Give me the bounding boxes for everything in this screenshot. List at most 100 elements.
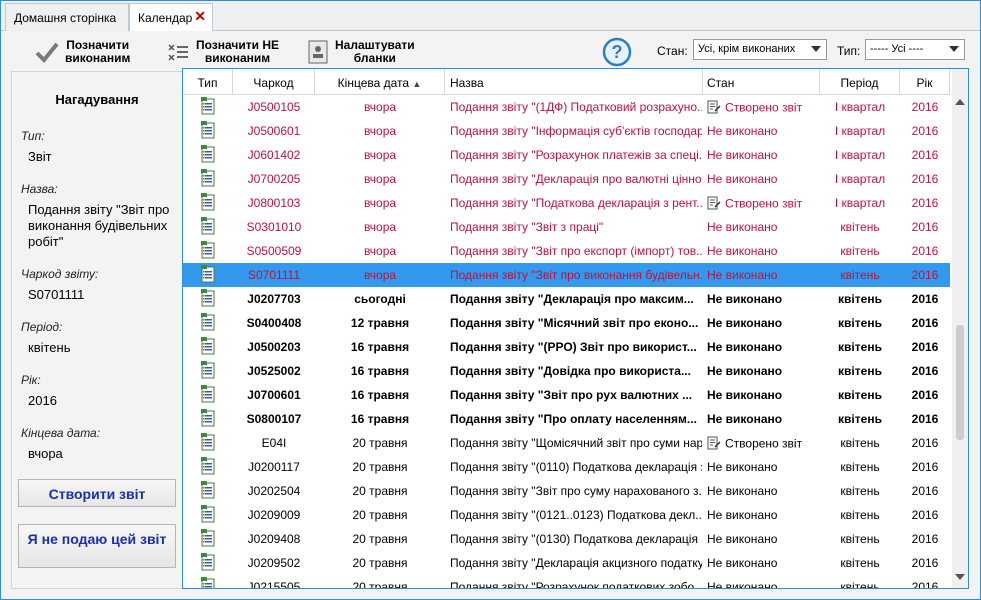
table-row[interactable]: J0700601 16 травня Подання звіту "Звіт про…: [183, 383, 950, 407]
row-type-cell: [183, 503, 233, 527]
row-name-cell-text: Подання звіту "Звіт про рух валютних ...: [450, 388, 693, 402]
column-header-type[interactable]: Тип: [183, 69, 233, 95]
row-due-date-cell-text: 20 травня: [352, 580, 408, 589]
report-document-icon: [200, 361, 216, 382]
row-year-cell: 2016: [900, 287, 950, 311]
row-period-cell-text: квітень: [840, 244, 880, 258]
table-row[interactable]: J0500601 вчора Подання звіту "Інформація с…: [183, 119, 950, 143]
row-due-date-cell: вчора: [315, 119, 445, 143]
table-row[interactable]: J0500203 16 травня Подання звіту "(РРО) Зв…: [183, 335, 950, 359]
row-year-cell: 2016: [900, 215, 950, 239]
row-due-date-cell-text: вчора: [363, 148, 397, 162]
table-row[interactable]: S0400408 12 травня Подання звіту "Місячний…: [183, 311, 950, 335]
type-filter-label: Тип:: [837, 44, 861, 58]
column-header-period[interactable]: Період: [820, 69, 900, 95]
row-period-cell-text: квітень: [840, 508, 880, 522]
row-due-date-cell: вчора: [315, 167, 445, 191]
mark-done-button[interactable]: Позначити виконаним: [35, 37, 130, 67]
table-row[interactable]: J0500105 вчора Подання звіту "(1ДФ) Податк…: [183, 95, 950, 119]
row-name-cell: Подання звіту "(1ДФ) Податковий розрахун…: [450, 95, 702, 119]
row-state-cell-text: Не виконано: [707, 580, 778, 589]
table-row[interactable]: J0202504 20 травня Подання звіту "Звіт про…: [183, 479, 950, 503]
column-header-code[interactable]: Чаркод: [233, 69, 315, 95]
table-row[interactable]: J0800103 вчора Подання звіту "Податкова де…: [183, 191, 950, 215]
scroll-down-icon[interactable]: [955, 574, 965, 580]
row-name-cell-text: Подання звіту "Звіт про виконання будіве…: [450, 268, 702, 282]
row-name-cell: Подання звіту "Декларація про максим...: [450, 287, 702, 311]
row-year-cell: 2016: [900, 431, 950, 455]
tab-calendar[interactable]: Календар ✕: [129, 3, 213, 32]
configure-forms-button[interactable]: Налаштувати бланки: [307, 37, 415, 67]
table-row[interactable]: S0301010 вчора Подання звіту "Звіт з праці…: [183, 215, 950, 239]
table-row[interactable]: J0200117 20 травня Подання звіту "(0110) П…: [183, 455, 950, 479]
chevron-down-icon: [949, 46, 959, 52]
table-row[interactable]: J0209502 20 травня Подання звіту "Декларац…: [183, 551, 950, 575]
row-code-cell-text: J0525002: [247, 364, 301, 378]
row-state-cell-text: Створено звіт: [725, 196, 803, 211]
skip-report-button[interactable]: Я не подаю цей звіт: [18, 524, 176, 568]
row-code-cell-text: S0301010: [246, 220, 302, 234]
table-row[interactable]: J0209408 20 травня Подання звіту "(0130) П…: [183, 527, 950, 551]
period-caption: Період:: [21, 320, 63, 334]
reminders-table: Тип Чаркод Кінцева дата ▲ Назва Стан Пер…: [182, 68, 969, 589]
tab-home[interactable]: Домашня сторінка: [5, 3, 129, 31]
row-year-cell: 2016: [900, 239, 950, 263]
state-filter-value: Усі, крім виконаних: [698, 43, 796, 55]
row-year-cell-text: 2016: [911, 196, 939, 210]
create-report-button[interactable]: Створити звіт: [18, 479, 176, 507]
code-value: S0701111: [28, 287, 85, 302]
row-period-cell: I квартал: [820, 95, 900, 119]
mark-not-done-button[interactable]: Позначити НЕ виконаним: [166, 37, 279, 67]
row-period-cell-text: квітень: [838, 412, 882, 426]
row-type-cell: [183, 455, 233, 479]
report-document-icon: [200, 505, 216, 526]
row-due-date-cell: 20 травня: [315, 527, 445, 551]
row-state-cell: Не виконано: [707, 263, 819, 287]
row-due-date-cell: сьогодні: [315, 287, 445, 311]
table-row[interactable]: J0601402 вчора Подання звіту "Розрахунок п…: [183, 143, 950, 167]
state-filter-select[interactable]: Усі, крім виконаних: [693, 39, 827, 60]
table-row[interactable]: S0701111 вчора Подання звіту "Звіт про вик…: [183, 263, 950, 287]
vertical-scrollbar[interactable]: [952, 69, 968, 588]
column-header-state[interactable]: Стан: [703, 69, 820, 95]
table-row[interactable]: J0525002 16 травня Подання звіту "Довідка …: [183, 359, 950, 383]
type-filter-select[interactable]: ----- Усі ----: [865, 39, 965, 60]
column-header-year[interactable]: Рік: [900, 69, 950, 95]
row-state-cell: Не виконано: [707, 479, 819, 503]
reminder-title: Нагадування: [55, 92, 139, 107]
row-period-cell-text: I квартал: [834, 124, 886, 138]
row-state-cell-text: Не виконано: [707, 460, 778, 474]
table-row[interactable]: J0215505 20 травня Подання звіту "Розрахун…: [183, 575, 950, 589]
table-row[interactable]: J0700205 вчора Подання звіту "Декларація п…: [183, 167, 950, 191]
row-code-cell-text: S0800107: [246, 412, 302, 426]
row-period-cell-text: квітень: [838, 364, 882, 378]
chevron-down-icon: [811, 46, 821, 52]
row-code-cell-text: S0701111: [247, 268, 301, 282]
help-icon[interactable]: ?: [602, 37, 632, 67]
table-row[interactable]: E04I 20 травня Подання звіту "Щомісячний з…: [183, 431, 950, 455]
table-row[interactable]: J0207703 сьогодні Подання звіту "Деклараці…: [183, 287, 950, 311]
configure-forms-label: Налаштувати бланки: [335, 38, 415, 65]
table-row[interactable]: S0500509 вчора Подання звіту "Звіт про екс…: [183, 239, 950, 263]
row-code-cell: J0202504: [233, 479, 315, 503]
column-header-due-date[interactable]: Кінцева дата ▲: [315, 69, 445, 95]
table-row[interactable]: J0209009 20 травня Подання звіту "(0121..0…: [183, 503, 950, 527]
row-period-cell-text: квітень: [838, 388, 882, 402]
row-code-cell-text: J0601402: [247, 148, 301, 162]
row-year-cell: 2016: [900, 95, 950, 119]
report-document-icon: [200, 241, 216, 262]
close-icon[interactable]: ✕: [194, 8, 206, 25]
row-state-cell: Не виконано: [707, 575, 819, 589]
column-header-name[interactable]: Назва: [445, 69, 703, 95]
row-type-cell: [183, 239, 233, 263]
name-caption: Назва:: [21, 182, 58, 196]
row-state-cell-text: Не виконано: [707, 412, 783, 426]
table-row[interactable]: S0800107 16 травня Подання звіту "Про опла…: [183, 407, 950, 431]
scrollbar-thumb[interactable]: [956, 325, 964, 440]
scroll-up-icon[interactable]: [955, 99, 965, 105]
row-code-cell: J0209009: [233, 503, 315, 527]
row-name-cell: Подання звіту "Звіт з праці": [450, 215, 702, 239]
row-period-cell: квітень: [820, 287, 900, 311]
row-due-date-cell: вчора: [315, 263, 445, 287]
row-period-cell-text: квітень: [840, 484, 880, 498]
